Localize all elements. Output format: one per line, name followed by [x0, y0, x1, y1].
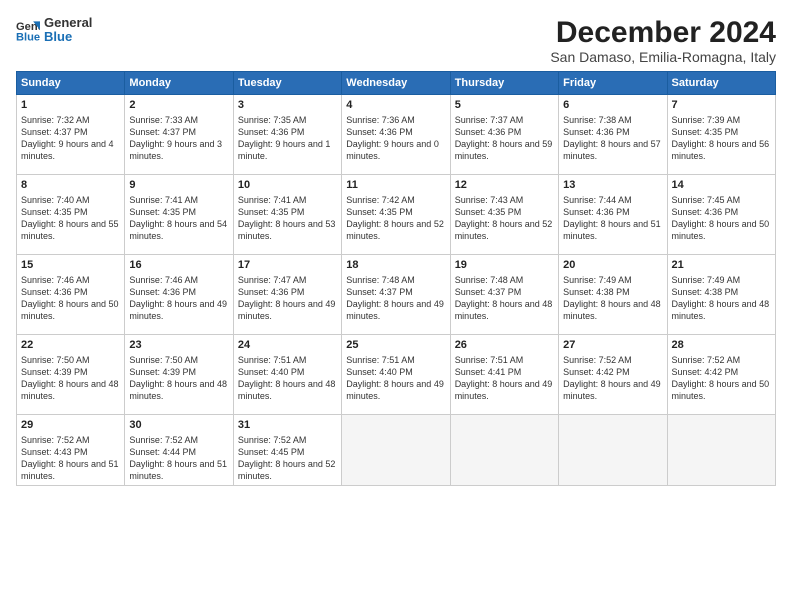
logo-blue: Blue: [44, 30, 92, 44]
table-row: 10Sunrise: 7:41 AMSunset: 4:35 PMDayligh…: [233, 175, 341, 255]
table-row: 23Sunrise: 7:50 AMSunset: 4:39 PMDayligh…: [125, 335, 233, 415]
table-row: [667, 415, 775, 486]
table-row: 20Sunrise: 7:49 AMSunset: 4:38 PMDayligh…: [559, 255, 667, 335]
table-row: 9Sunrise: 7:41 AMSunset: 4:35 PMDaylight…: [125, 175, 233, 255]
table-row: 31Sunrise: 7:52 AMSunset: 4:45 PMDayligh…: [233, 415, 341, 486]
table-row: 29Sunrise: 7:52 AMSunset: 4:43 PMDayligh…: [17, 415, 125, 486]
header-row: Sunday Monday Tuesday Wednesday Thursday…: [17, 72, 776, 95]
table-row: 18Sunrise: 7:48 AMSunset: 4:37 PMDayligh…: [342, 255, 450, 335]
col-monday: Monday: [125, 72, 233, 95]
table-row: [559, 415, 667, 486]
col-wednesday: Wednesday: [342, 72, 450, 95]
table-row: 6Sunrise: 7:38 AMSunset: 4:36 PMDaylight…: [559, 95, 667, 175]
table-row: [450, 415, 558, 486]
table-row: 4Sunrise: 7:36 AMSunset: 4:36 PMDaylight…: [342, 95, 450, 175]
table-row: [342, 415, 450, 486]
table-row: 5Sunrise: 7:37 AMSunset: 4:36 PMDaylight…: [450, 95, 558, 175]
col-saturday: Saturday: [667, 72, 775, 95]
logo: General Blue General Blue: [16, 16, 92, 45]
calendar-table: Sunday Monday Tuesday Wednesday Thursday…: [16, 71, 776, 486]
header: General Blue General Blue December 2024 …: [16, 16, 776, 65]
table-row: 7Sunrise: 7:39 AMSunset: 4:35 PMDaylight…: [667, 95, 775, 175]
table-row: 21Sunrise: 7:49 AMSunset: 4:38 PMDayligh…: [667, 255, 775, 335]
table-row: 11Sunrise: 7:42 AMSunset: 4:35 PMDayligh…: [342, 175, 450, 255]
logo-text: General Blue: [44, 16, 92, 45]
table-row: 27Sunrise: 7:52 AMSunset: 4:42 PMDayligh…: [559, 335, 667, 415]
table-row: 8Sunrise: 7:40 AMSunset: 4:35 PMDaylight…: [17, 175, 125, 255]
table-row: 16Sunrise: 7:46 AMSunset: 4:36 PMDayligh…: [125, 255, 233, 335]
logo-icon: General Blue: [16, 18, 40, 42]
table-row: 30Sunrise: 7:52 AMSunset: 4:44 PMDayligh…: [125, 415, 233, 486]
table-row: 24Sunrise: 7:51 AMSunset: 4:40 PMDayligh…: [233, 335, 341, 415]
table-row: 3Sunrise: 7:35 AMSunset: 4:36 PMDaylight…: [233, 95, 341, 175]
col-thursday: Thursday: [450, 72, 558, 95]
svg-text:Blue: Blue: [16, 32, 40, 43]
table-row: 1Sunrise: 7:32 AMSunset: 4:37 PMDaylight…: [17, 95, 125, 175]
col-tuesday: Tuesday: [233, 72, 341, 95]
table-row: 13Sunrise: 7:44 AMSunset: 4:36 PMDayligh…: [559, 175, 667, 255]
table-row: 22Sunrise: 7:50 AMSunset: 4:39 PMDayligh…: [17, 335, 125, 415]
calendar-subtitle: San Damaso, Emilia-Romagna, Italy: [550, 49, 776, 65]
col-sunday: Sunday: [17, 72, 125, 95]
page: General Blue General Blue December 2024 …: [0, 0, 792, 612]
table-row: 25Sunrise: 7:51 AMSunset: 4:40 PMDayligh…: [342, 335, 450, 415]
table-row: 19Sunrise: 7:48 AMSunset: 4:37 PMDayligh…: [450, 255, 558, 335]
table-row: 14Sunrise: 7:45 AMSunset: 4:36 PMDayligh…: [667, 175, 775, 255]
table-row: 17Sunrise: 7:47 AMSunset: 4:36 PMDayligh…: [233, 255, 341, 335]
table-row: 26Sunrise: 7:51 AMSunset: 4:41 PMDayligh…: [450, 335, 558, 415]
logo-general: General: [44, 16, 92, 30]
table-row: 2Sunrise: 7:33 AMSunset: 4:37 PMDaylight…: [125, 95, 233, 175]
title-block: December 2024 San Damaso, Emilia-Romagna…: [550, 16, 776, 65]
table-row: 12Sunrise: 7:43 AMSunset: 4:35 PMDayligh…: [450, 175, 558, 255]
col-friday: Friday: [559, 72, 667, 95]
table-row: 28Sunrise: 7:52 AMSunset: 4:42 PMDayligh…: [667, 335, 775, 415]
table-row: 15Sunrise: 7:46 AMSunset: 4:36 PMDayligh…: [17, 255, 125, 335]
calendar-title: December 2024: [550, 16, 776, 49]
